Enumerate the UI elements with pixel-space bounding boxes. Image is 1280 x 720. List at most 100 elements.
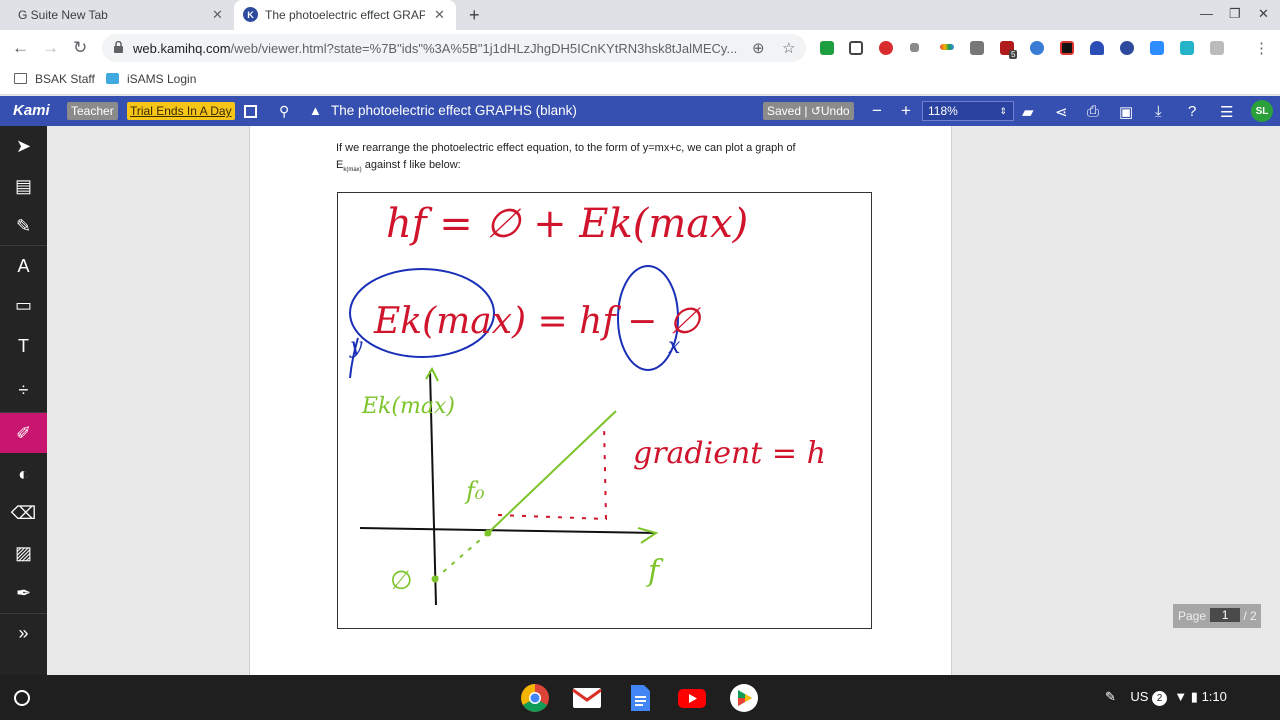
- drive-icon: ▲: [309, 103, 322, 118]
- open-folder-icon[interactable]: ▰: [1022, 103, 1034, 121]
- ext-square-icon[interactable]: [970, 41, 984, 55]
- menu-kebab-icon[interactable]: ⋮: [1254, 39, 1269, 57]
- zoom-extension-icon[interactable]: [1150, 41, 1164, 55]
- save-icon[interactable]: ▣: [1119, 103, 1133, 121]
- eraser-tool-icon[interactable]: ⌫: [0, 493, 47, 533]
- threshold-point: [484, 529, 492, 537]
- page-number-input[interactable]: 1: [1210, 608, 1241, 622]
- ext-record-icon[interactable]: [1060, 41, 1074, 55]
- zoom-in-icon[interactable]: +: [901, 101, 911, 121]
- help-icon[interactable]: ?: [1188, 103, 1196, 120]
- notification-count: 2: [1152, 691, 1168, 706]
- play-store-app-icon[interactable]: [729, 683, 759, 713]
- folder-icon: [14, 73, 27, 84]
- extrapolated-line: [434, 532, 489, 580]
- text-box-tool-icon[interactable]: A: [0, 246, 47, 286]
- cast-extension-icon[interactable]: [820, 41, 834, 55]
- equation-tool-icon[interactable]: ÷: [0, 370, 47, 410]
- ext-red-icon[interactable]: [879, 41, 893, 55]
- url-path: /web/viewer.html?state=%7B"ids"%3A%5B"1j…: [230, 41, 738, 56]
- bookmark-star-icon[interactable]: ☆: [782, 39, 795, 57]
- tab-gsuite-new-tab[interactable]: G Suite New Tab ✕: [0, 0, 230, 30]
- stylus-icon[interactable]: ✎: [1105, 689, 1116, 704]
- back-icon[interactable]: ←: [12, 38, 29, 58]
- comment-tool-icon[interactable]: ✎: [0, 206, 47, 246]
- menu-icon[interactable]: ☰: [1220, 103, 1233, 121]
- intercept-label: ∅: [390, 566, 413, 596]
- restore-icon[interactable]: ❐: [1229, 6, 1241, 22]
- ext-headphones-icon[interactable]: [1090, 41, 1104, 55]
- forward-icon[interactable]: →: [42, 38, 59, 58]
- markup-tool-icon[interactable]: ▤: [0, 166, 47, 206]
- gmail-app-icon[interactable]: [572, 683, 602, 713]
- x-arrowhead: [637, 527, 659, 544]
- bookmark-bsak-staff[interactable]: BSAK Staff: [14, 72, 95, 86]
- share-icon[interactable]: ⋖: [1055, 103, 1068, 121]
- ext-rainbow-icon[interactable]: [940, 44, 954, 50]
- reload-icon[interactable]: ↻: [73, 38, 87, 58]
- status-tray[interactable]: ✎ US 2 ▼ ▮ 1:10: [1105, 689, 1227, 706]
- launcher-icon[interactable]: [14, 690, 30, 706]
- undo-button[interactable]: Undo: [821, 104, 850, 118]
- handwritten-graph-box[interactable]: hf = ∅ + Ek(max) y x Ek(max) = hf − ∅ Ek…: [337, 192, 872, 629]
- ext-cloud-icon[interactable]: [1180, 41, 1194, 55]
- ext-window-icon[interactable]: [1210, 41, 1224, 55]
- tab-title: The photoelectric effect GRAPHS: [265, 8, 425, 22]
- draw-tool-icon[interactable]: ✐: [0, 413, 47, 453]
- close-window-icon[interactable]: ✕: [1258, 6, 1269, 22]
- close-icon[interactable]: ✕: [212, 7, 223, 23]
- shapes-tool-icon[interactable]: ◐: [0, 454, 47, 494]
- annotation-tool-rail: ➤ ▤ ✎ A ▭ T ÷ ✐ ◐ ⌫ ▨ ✒ »: [0, 126, 47, 675]
- minimize-icon[interactable]: —: [1200, 6, 1213, 21]
- sidebar-toggle-icon[interactable]: [244, 105, 257, 118]
- print-icon[interactable]: ⎙: [1087, 103, 1099, 120]
- y-axis-label: Ek(max): [361, 394, 455, 419]
- select-tool-icon[interactable]: ➤: [0, 126, 47, 166]
- kami-favicon-icon: K: [243, 7, 258, 22]
- youtube-app-icon[interactable]: [677, 683, 707, 713]
- saved-undo-group: Saved | ↺Undo: [763, 102, 854, 120]
- intercept-point: [431, 575, 439, 583]
- saved-status: Saved: [767, 104, 802, 118]
- wifi-icon: ▼: [1174, 689, 1188, 704]
- zoom-out-icon[interactable]: −: [872, 101, 882, 121]
- zoom-value: 118%: [928, 104, 958, 118]
- address-bar[interactable]: web.kamihq.com/web/viewer.html?state=%7B…: [102, 34, 806, 62]
- tab-title: G Suite New Tab: [18, 8, 108, 22]
- kami-extension-icon[interactable]: [1120, 41, 1134, 55]
- page-total: / 2: [1243, 609, 1257, 623]
- text-tool-icon[interactable]: T: [0, 326, 47, 366]
- bookmark-isams-login[interactable]: iSAMS Login: [106, 72, 196, 86]
- trial-badge[interactable]: Trial Ends In A Day: [127, 102, 235, 120]
- bookmark-label: BSAK Staff: [35, 72, 95, 86]
- docs-app-icon[interactable]: [625, 683, 655, 713]
- os-shelf: ✎ US 2 ▼ ▮ 1:10: [0, 675, 1280, 720]
- zoom-plus-icon[interactable]: ⊕: [752, 39, 765, 57]
- new-tab-button[interactable]: +: [469, 5, 480, 26]
- signature-tool-icon[interactable]: ✒: [0, 573, 47, 613]
- undo-icon[interactable]: ↺: [811, 104, 821, 118]
- ext-globe-icon[interactable]: [1030, 41, 1044, 55]
- ext-gray-icon[interactable]: [910, 43, 919, 52]
- y-arrowhead: [425, 366, 439, 382]
- battery-icon: ▮: [1190, 689, 1198, 704]
- screenshot-extension-icon[interactable]: [849, 41, 863, 55]
- intro-line: If we rearrange the photoelectric effect…: [336, 142, 796, 154]
- speech-tool-icon[interactable]: ▭: [0, 285, 47, 325]
- page-indicator: Page 1 / 2: [1173, 604, 1261, 628]
- zoom-select[interactable]: 118% ⇕: [922, 101, 1014, 121]
- lock-icon: [114, 41, 123, 53]
- tab-photoelectric-graphs[interactable]: K The photoelectric effect GRAPHS ✕: [234, 0, 456, 30]
- avatar[interactable]: SL: [1251, 100, 1273, 122]
- y-label: y: [349, 334, 363, 359]
- close-icon[interactable]: ✕: [434, 7, 445, 23]
- download-icon[interactable]: ⤓: [1155, 103, 1162, 120]
- kami-logo: Kami: [13, 102, 50, 119]
- chrome-app-icon[interactable]: [520, 683, 550, 713]
- f0-label: f₀: [464, 477, 485, 505]
- search-icon[interactable]: ⚲: [279, 103, 289, 120]
- image-tool-icon[interactable]: ▨: [0, 533, 47, 573]
- expand-tools-icon[interactable]: »: [0, 613, 47, 653]
- url-host: web.kamihq.com: [133, 41, 231, 56]
- page-label: Page: [1178, 609, 1207, 623]
